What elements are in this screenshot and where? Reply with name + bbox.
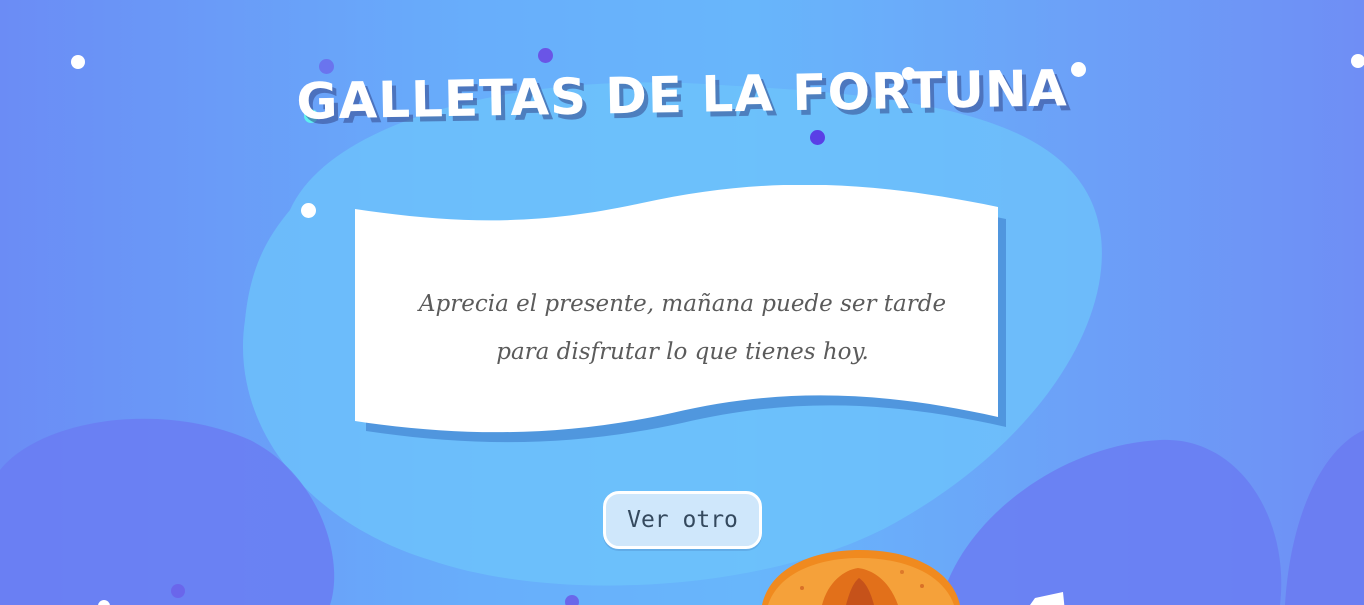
- confetti-dot: [538, 48, 553, 63]
- fortune-cookie-icon[interactable]: [762, 548, 962, 605]
- page-title: GALLETAS DE LA FORTUNA: [295, 59, 1069, 131]
- confetti-dot: [810, 130, 825, 145]
- confetti-dot: [301, 203, 316, 218]
- confetti-dot: [171, 584, 185, 598]
- confetti-dot: [98, 600, 110, 605]
- paper-strip-icon: [1030, 592, 1065, 605]
- confetti-dot: [71, 55, 85, 69]
- fortune-message: Aprecia el presente, mañana puede ser ta…: [418, 291, 947, 365]
- confetti-dot: [565, 595, 579, 605]
- see-another-button[interactable]: Ver otro: [603, 491, 762, 549]
- page: GALLETAS DE LA FORTUNA Aprecia el presen…: [0, 0, 1364, 605]
